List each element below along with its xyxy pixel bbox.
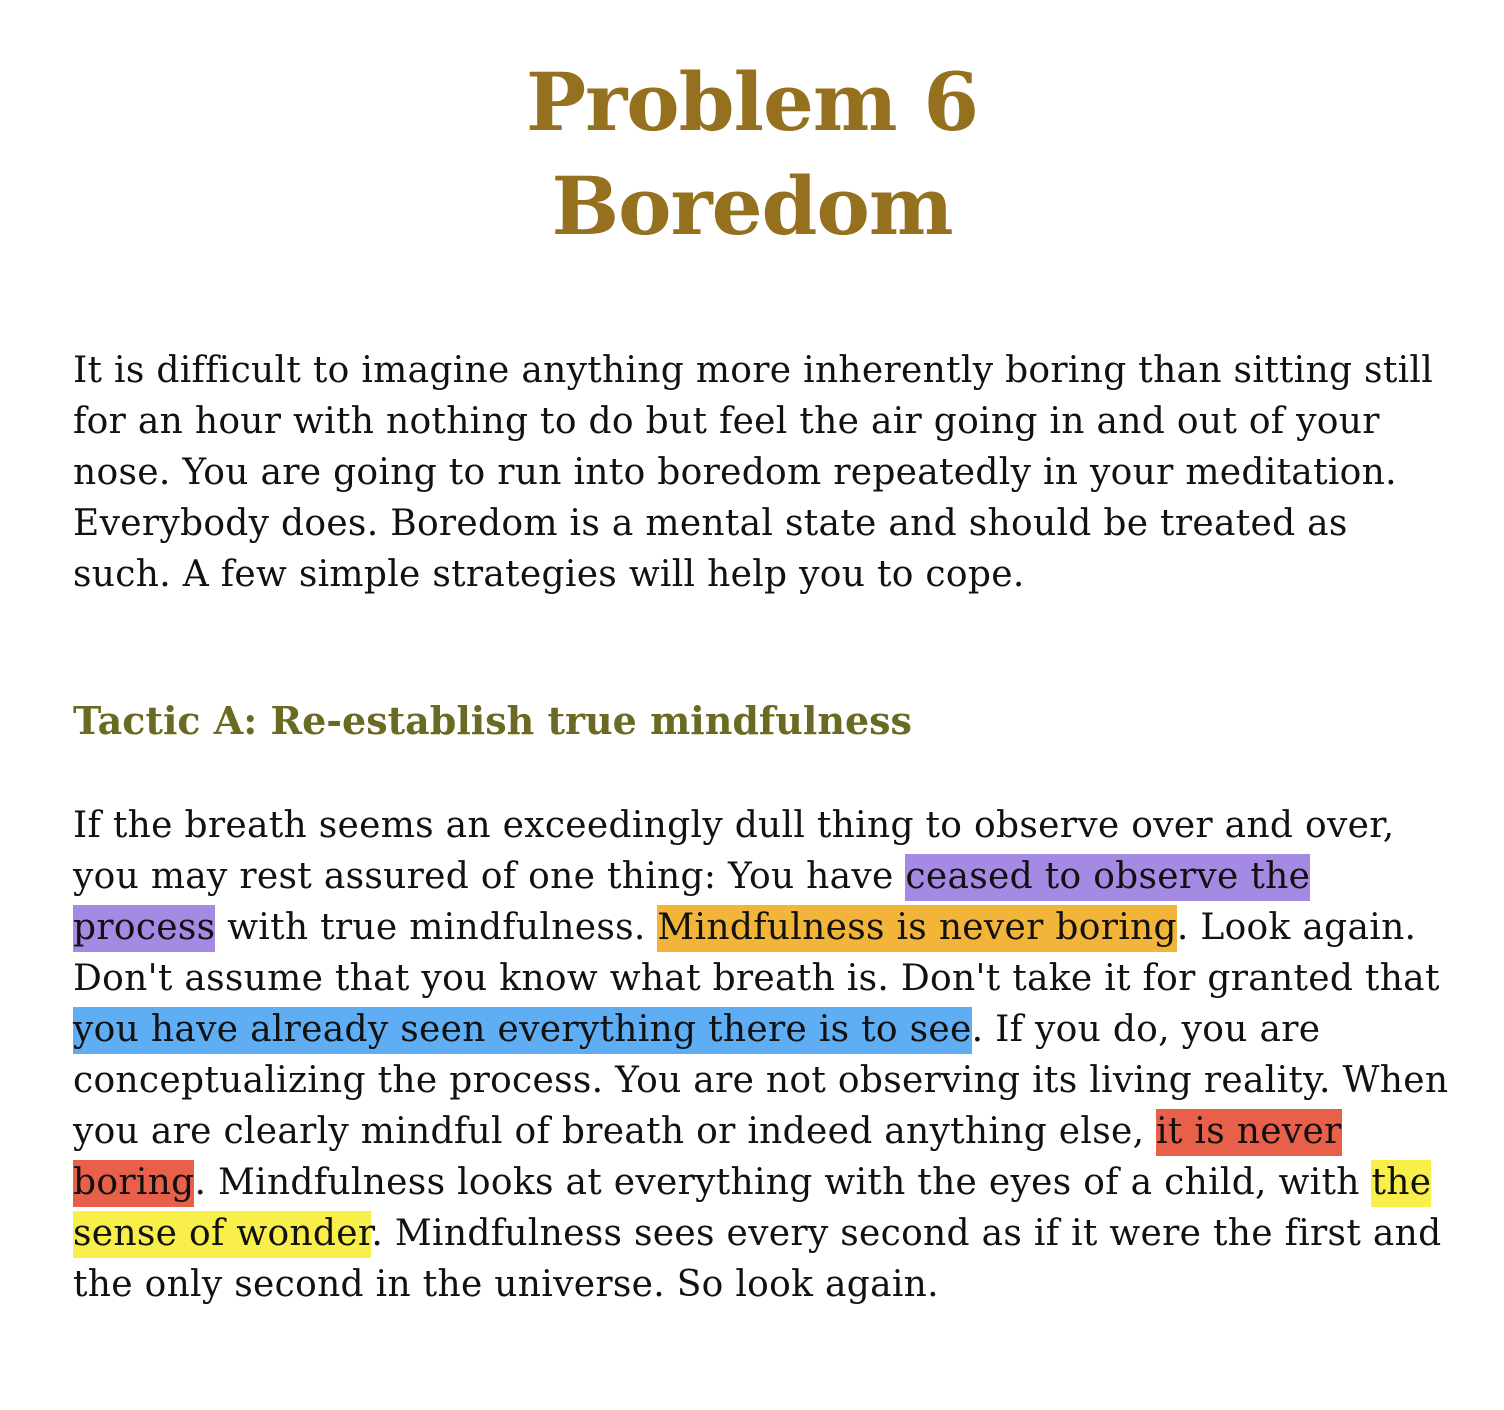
highlight-blue[interactable]: you have already seen everything there i… bbox=[73, 1007, 972, 1054]
tactic-a-heading: Tactic A: Re-establish true mindfulness bbox=[73, 698, 912, 743]
text-segment: with true mindfulness. bbox=[215, 907, 658, 948]
highlight-orange[interactable]: Mindfulness is never boring bbox=[657, 905, 1177, 952]
chapter-name: Boredom bbox=[551, 159, 954, 253]
text-segment: . Mindfulness looks at everything with t… bbox=[194, 1162, 1372, 1203]
book-page: Problem 6 Boredom It is difficult to ima… bbox=[0, 0, 1504, 1410]
tactic-a-paragraph[interactable]: If the breath seems an exceedingly dull … bbox=[73, 800, 1453, 1310]
intro-paragraph: It is difficult to imagine anything more… bbox=[73, 350, 1434, 595]
chapter-title: Problem 6 Boredom bbox=[0, 50, 1504, 258]
chapter-number: Problem 6 bbox=[525, 55, 979, 149]
